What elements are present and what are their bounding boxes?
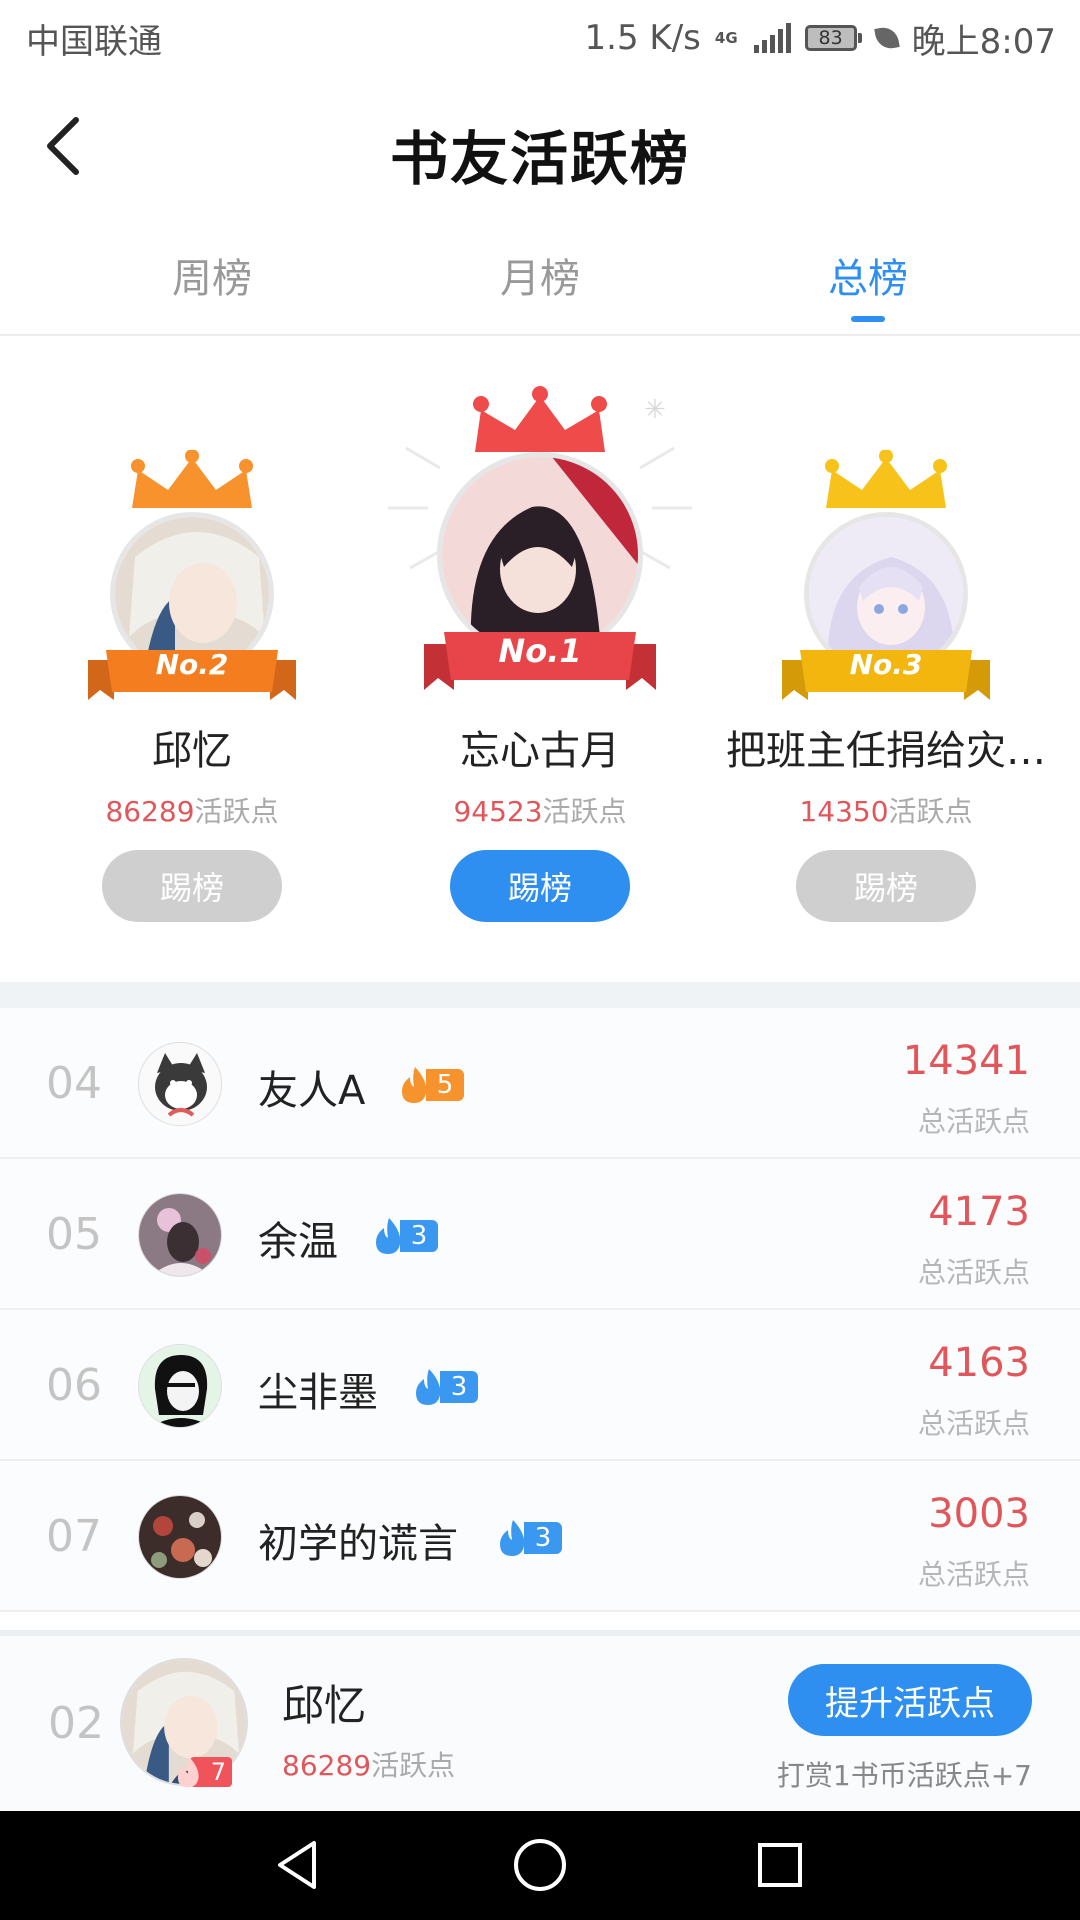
flame-icon [177, 1756, 199, 1788]
level-value: 3 [440, 1371, 478, 1403]
rank-number: 07 [46, 1511, 102, 1562]
list-item[interactable]: 06 尘非墨 3 4163 总活跃点 [0, 1310, 1080, 1461]
header: 书友活跃榜 [0, 76, 1080, 216]
page-title: 书友活跃榜 [389, 125, 690, 193]
podium-third: No.3 把班主任捐给灾… 14350活跃点 踢榜 [716, 338, 1056, 982]
status-indicators: 1.5 K/s 4G 83 晚上8:07 [585, 14, 1056, 63]
battery-level: 83 [804, 25, 857, 51]
level-value: 3 [524, 1522, 562, 1554]
podium-name: 忘心古月 [460, 728, 620, 774]
user-name: 友人A [258, 1068, 366, 1114]
clock: 晚上8:07 [911, 21, 1056, 62]
rank-label: No.3 [849, 648, 923, 681]
podium-score: 14350活跃点 [799, 795, 973, 828]
status-bar: 中国联通 1.5 K/s 4G 83 晚上8:07 [0, 0, 1080, 76]
crown-icon [825, 450, 947, 508]
level-value: 3 [400, 1220, 438, 1252]
my-score: 86289活跃点 [282, 1749, 456, 1782]
signal-icon [753, 23, 791, 53]
level-badge: 3 [372, 1217, 438, 1255]
carrier-label: 中国联通 [26, 21, 162, 62]
svg-text:✳: ✳ [644, 395, 666, 425]
podium-score: 86289活跃点 [105, 795, 279, 828]
tab-monthly[interactable]: 月榜 [440, 246, 640, 304]
score-label: 总活跃点 [917, 1256, 1030, 1289]
level-badge: 5 [398, 1066, 464, 1104]
podium-first: ✳ No.1 忘心古月 94523活跃点 踢榜 [370, 338, 710, 982]
list-item[interactable]: 07 初学的谎言 3 3003 总活跃点 [0, 1461, 1080, 1612]
home-circle-icon[interactable] [508, 1833, 572, 1897]
leaderboard-page: 中国联通 1.5 K/s 4G 83 晚上8:07 书友活跃榜 周榜 月榜 总榜 [0, 0, 1080, 1920]
crown-icon [473, 386, 607, 452]
leaf-icon [873, 25, 900, 51]
section-divider [0, 982, 1080, 1008]
level-value: 5 [426, 1069, 464, 1101]
podium-name: 邱忆 [152, 728, 232, 774]
rank-number: 05 [46, 1209, 102, 1260]
my-name: 邱忆 [282, 1681, 367, 1730]
rank-label: No.1 [498, 632, 582, 670]
tab-weekly[interactable]: 周榜 [112, 246, 312, 304]
avatar[interactable] [138, 1042, 222, 1126]
avatar[interactable] [138, 1344, 222, 1428]
back-triangle-icon[interactable] [268, 1833, 332, 1897]
level-badge: 3 [496, 1519, 562, 1557]
tab-bar: 周榜 月榜 总榜 [0, 236, 1080, 336]
kick-button[interactable]: 踢榜 [796, 850, 976, 922]
tab-total[interactable]: 总榜 [768, 246, 968, 304]
my-rank-number: 02 [48, 1698, 104, 1749]
user-name: 初学的谎言 [258, 1521, 458, 1567]
boost-tip: 打赏1书币活跃点+7 [776, 1759, 1032, 1792]
rank-label: No.2 [155, 648, 229, 681]
score-label: 总活跃点 [917, 1105, 1030, 1138]
score-value: 3003 [928, 1491, 1030, 1537]
list-item[interactable]: 05 余温 3 4173 总活跃点 [0, 1159, 1080, 1310]
podium: No.2 邱忆 86289活跃点 踢榜 ✳ No.1 忘心古月 94523活跃点… [0, 338, 1080, 982]
user-name: 尘非墨 [258, 1370, 378, 1416]
level-badge: 3 [412, 1368, 478, 1406]
list-item[interactable]: 04 友人A 5 14341 总活跃点 [0, 1008, 1080, 1159]
podium-score: 94523活跃点 [453, 795, 627, 828]
boost-activity-button[interactable]: 提升活跃点 [788, 1664, 1032, 1736]
podium-second: No.2 邱忆 86289活跃点 踢榜 [22, 338, 362, 982]
kick-button[interactable]: 踢榜 [450, 850, 630, 922]
network-type: 4G [714, 29, 738, 47]
score-value: 4173 [928, 1189, 1030, 1235]
score-label: 总活跃点 [917, 1407, 1030, 1440]
my-level-badge: 7 [174, 1756, 232, 1788]
score-value: 14341 [902, 1038, 1030, 1084]
crown-icon [131, 450, 253, 508]
rank-number: 04 [46, 1058, 102, 1109]
ranking-list: 04 友人A 5 14341 总活跃点 05 余温 3 4173 总活跃点 06… [0, 1008, 1080, 1612]
rank-number: 06 [46, 1360, 102, 1411]
podium-name: 把班主任捐给灾… [726, 728, 1046, 774]
avatar[interactable] [138, 1495, 222, 1579]
avatar[interactable] [138, 1193, 222, 1277]
network-speed: 1.5 K/s [584, 18, 701, 58]
battery-icon: 83 [804, 25, 862, 51]
active-tab-indicator [851, 316, 885, 322]
my-ranking: 02 7 邱忆 86289活跃点 提升活跃点 打赏1书币活跃点+7 [0, 1630, 1080, 1811]
navigation-bar [0, 1811, 1080, 1920]
score-value: 4163 [928, 1340, 1030, 1386]
recents-square-icon[interactable] [748, 1833, 812, 1897]
score-label: 总活跃点 [917, 1558, 1030, 1591]
user-name: 余温 [258, 1219, 338, 1265]
kick-button[interactable]: 踢榜 [102, 850, 282, 922]
